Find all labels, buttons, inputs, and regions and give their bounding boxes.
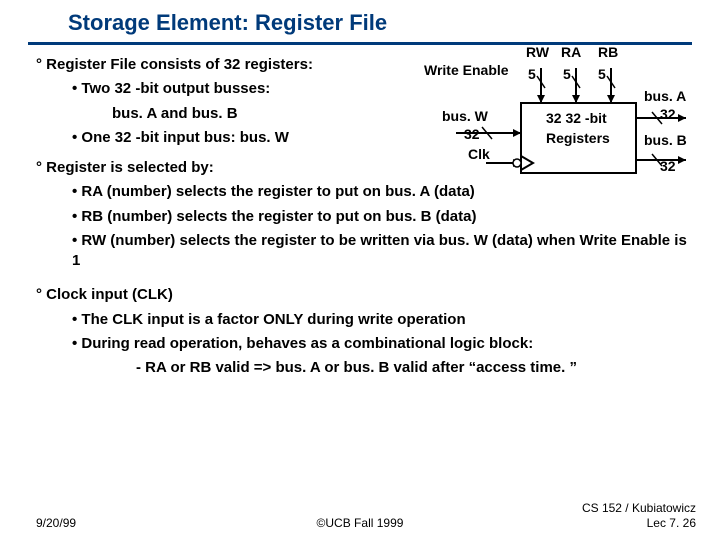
bullet-1-text: Register File consists of 32 registers: bbox=[46, 56, 313, 73]
bullet-3-text: Clock input (CLK) bbox=[46, 286, 173, 303]
footer-right-1: CS 152 / Kubiatowicz bbox=[582, 501, 696, 515]
label-five-1: 5 bbox=[528, 66, 536, 82]
slide-title: Storage Element: Register File bbox=[0, 0, 720, 42]
label-busb: bus. B bbox=[644, 132, 687, 148]
label-busa: bus. A bbox=[644, 88, 686, 104]
label-busw-32: 32 bbox=[464, 126, 480, 142]
register-file-diagram: RW RA RB Write Enable 5 5 5 bus. W 32 Cl… bbox=[396, 48, 696, 208]
bullet-2-text: Register is selected by: bbox=[46, 159, 214, 176]
footer-right-2: Lec 7. 26 bbox=[647, 516, 696, 530]
bullet-3-2-text: During read operation, behaves as a comb… bbox=[81, 335, 533, 352]
label-five-2: 5 bbox=[563, 66, 571, 82]
label-box-line1: 32 32 -bit bbox=[546, 110, 607, 126]
title-rule bbox=[28, 42, 692, 45]
bullet-3-2a-text: RA or RB valid => bus. A or bus. B valid… bbox=[145, 359, 577, 376]
bullet-3-2a: RA or RB valid => bus. A or bus. B valid… bbox=[28, 358, 692, 378]
footer-right: CS 152 / Kubiatowicz Lec 7. 26 bbox=[582, 501, 696, 530]
label-ra: RA bbox=[561, 44, 581, 60]
label-rw: RW bbox=[526, 44, 549, 60]
bullet-3: Clock input (CLK) bbox=[28, 285, 692, 305]
label-busb-32: 32 bbox=[660, 158, 676, 174]
label-box-line2: Registers bbox=[546, 130, 610, 146]
label-rb: RB bbox=[598, 44, 618, 60]
bullet-1-1-text: Two 32 -bit output busses: bbox=[81, 80, 270, 97]
label-five-3: 5 bbox=[598, 66, 606, 82]
label-busw: bus. W bbox=[442, 108, 488, 124]
bullet-1-1a-text: bus. A and bus. B bbox=[112, 105, 238, 122]
bullet-3-1-text: The CLK input is a factor ONLY during wr… bbox=[81, 311, 465, 328]
label-clk: Clk bbox=[468, 146, 490, 162]
label-write-enable: Write Enable bbox=[424, 62, 509, 78]
bullet-1-2-text: One 32 -bit input bus: bus. W bbox=[81, 129, 289, 146]
bullet-2-3-text: RW (number) selects the register to be w… bbox=[72, 232, 687, 269]
bullet-3-2: During read operation, behaves as a comb… bbox=[28, 334, 692, 354]
bullet-2-3: RW (number) selects the register to be w… bbox=[28, 231, 692, 272]
label-busa-32: 32 bbox=[660, 106, 676, 122]
bullet-3-1: The CLK input is a factor ONLY during wr… bbox=[28, 310, 692, 330]
